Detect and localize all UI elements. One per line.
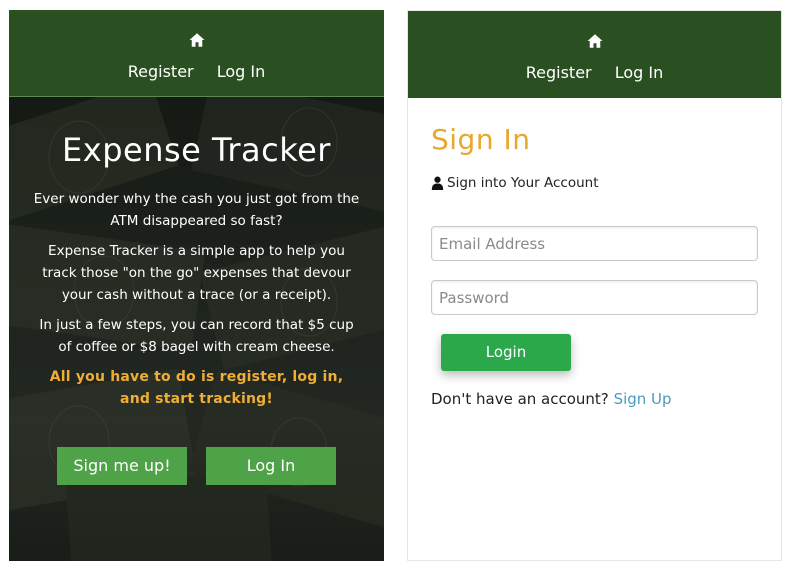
signup-prompt: Don't have an account? Sign Up <box>431 390 672 408</box>
email-input[interactable] <box>431 226 758 261</box>
user-icon <box>431 176 444 190</box>
signup-link[interactable]: Sign Up <box>614 390 672 408</box>
nav-links: Register Log In <box>408 63 781 82</box>
hero-login-button[interactable]: Log In <box>206 447 336 485</box>
hero-paragraph-2: Expense Tracker is a simple app to help … <box>42 243 351 303</box>
hero-content: Expense Tracker Ever wonder why the cash… <box>9 97 384 561</box>
home-icon[interactable] <box>188 31 206 49</box>
nav-register-link[interactable]: Register <box>526 63 592 82</box>
navbar: Register Log In <box>9 10 384 97</box>
landing-panel: Register Log In Expense Tracker Ever won… <box>9 10 384 561</box>
nav-links: Register Log In <box>9 62 384 81</box>
signin-title: Sign In <box>431 123 531 156</box>
no-account-text: Don't have an account? <box>431 390 609 408</box>
signin-panel: Register Log In Sign In Sign into Your A… <box>407 10 782 561</box>
hero-section: Expense Tracker Ever wonder why the cash… <box>9 97 384 561</box>
signin-subtitle-row: Sign into Your Account <box>431 175 599 191</box>
hero-title: Expense Tracker <box>62 131 331 169</box>
nav-login-link[interactable]: Log In <box>217 62 266 81</box>
login-button[interactable]: Login <box>441 334 571 371</box>
hero-paragraph-3: In just a few steps, you can record that… <box>39 317 354 355</box>
password-input[interactable] <box>431 280 758 315</box>
signin-subtitle: Sign into Your Account <box>447 175 599 191</box>
sign-me-up-button[interactable]: Sign me up! <box>57 447 187 485</box>
hero-call-to-action: All you have to do is register, log in, … <box>49 369 344 407</box>
nav-login-link[interactable]: Log In <box>615 63 664 82</box>
nav-register-link[interactable]: Register <box>128 62 194 81</box>
hero-paragraph-1: Ever wonder why the cash you just got fr… <box>33 191 360 229</box>
navbar: Register Log In <box>408 11 781 98</box>
home-icon[interactable] <box>586 32 604 50</box>
